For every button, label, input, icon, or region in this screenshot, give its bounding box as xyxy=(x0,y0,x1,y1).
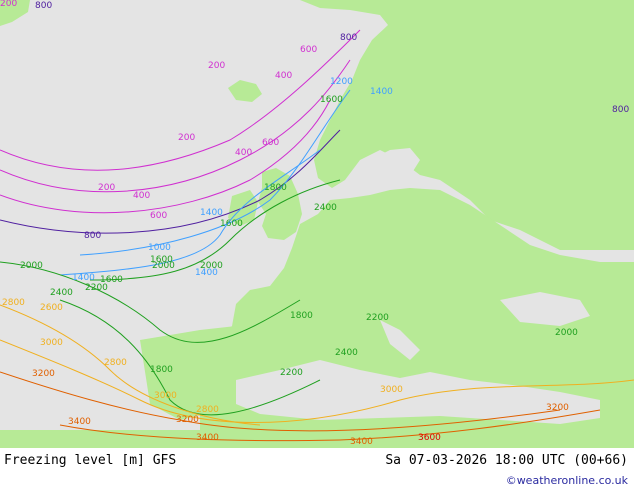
contour-label-3400: 3400 xyxy=(196,433,219,443)
contour-label-400: 400 xyxy=(133,191,150,201)
contour-label-800: 800 xyxy=(35,1,52,11)
contour-label-1400: 1400 xyxy=(200,208,223,218)
contour-label-2400: 2400 xyxy=(50,288,73,298)
credit-link[interactable]: ©weatheronline.co.uk xyxy=(506,474,628,487)
contour-label-800: 800 xyxy=(84,231,101,241)
contour-label-2400: 2400 xyxy=(314,203,337,213)
contour-label-2600: 2600 xyxy=(40,303,63,313)
contour-label-1800: 1800 xyxy=(290,311,313,321)
map-footer: Freezing level [m] GFS Sa 07-03-2026 18:… xyxy=(0,448,634,490)
contour-label-200: 200 xyxy=(178,133,195,143)
contour-label-2200: 2200 xyxy=(85,283,108,293)
contour-label-3200: 3200 xyxy=(546,403,569,413)
contour-label-600: 600 xyxy=(300,45,317,55)
contour-label-2000: 2000 xyxy=(555,328,578,338)
contour-label-3600: 3600 xyxy=(418,433,441,443)
contour-label-3400: 3400 xyxy=(68,417,91,427)
contour-label-2000: 2000 xyxy=(20,261,43,271)
contour-label-200: 200 xyxy=(98,183,115,193)
contour-label-1600: 1600 xyxy=(220,219,243,229)
contour-label-400: 400 xyxy=(275,71,292,81)
contour-label-2400: 2400 xyxy=(335,348,358,358)
map-title: Freezing level [m] GFS xyxy=(4,453,177,468)
contour-label-1800: 1800 xyxy=(264,183,287,193)
contour-label-2800: 2800 xyxy=(2,298,25,308)
contour-label-3400: 3400 xyxy=(350,437,373,447)
contour-label-1400: 1400 xyxy=(370,87,393,97)
contour-label-400: 400 xyxy=(235,148,252,158)
contour-label-3000: 3000 xyxy=(40,338,63,348)
contour-label-3000: 3000 xyxy=(380,385,403,395)
contour-label-2200: 2200 xyxy=(280,368,303,378)
contour-label-3200: 3200 xyxy=(32,369,55,379)
contour-label-1400: 1400 xyxy=(72,273,95,283)
contour-label-600: 600 xyxy=(262,138,279,148)
land-north-africa xyxy=(0,430,634,448)
contour-label-3200: 3200 xyxy=(176,415,199,425)
freezing-level-map: 200 200 200 200 400 400 400 600 600 600 800 800 800 8… xyxy=(0,0,634,448)
contour-label-2000: 2000 xyxy=(200,261,223,271)
valid-time: Sa 07-03-2026 18:00 UTC (00+66) xyxy=(385,453,628,468)
map-canvas: 2002002002004004004006006006008008008008… xyxy=(0,0,634,448)
contour-label-1600: 1600 xyxy=(320,95,343,105)
contour-label-2200: 2200 xyxy=(366,313,389,323)
contour-label-800: 800 xyxy=(612,105,629,115)
contour-label-200: 200 xyxy=(208,61,225,71)
contour-label-2000: 2000 xyxy=(152,261,175,271)
contour-label-600: 600 xyxy=(150,211,167,221)
contour-label-200: 200 xyxy=(0,0,17,9)
contour-label-1200: 1200 xyxy=(330,77,353,87)
contour-label-800: 800 xyxy=(340,33,357,43)
contour-label-2800: 2800 xyxy=(104,358,127,368)
contour-label-1000: 1000 xyxy=(148,243,171,253)
contour-label-1800: 1800 xyxy=(150,365,173,375)
contour-label-2800: 2800 xyxy=(196,405,219,415)
contour-label-3000: 3000 xyxy=(154,391,177,401)
